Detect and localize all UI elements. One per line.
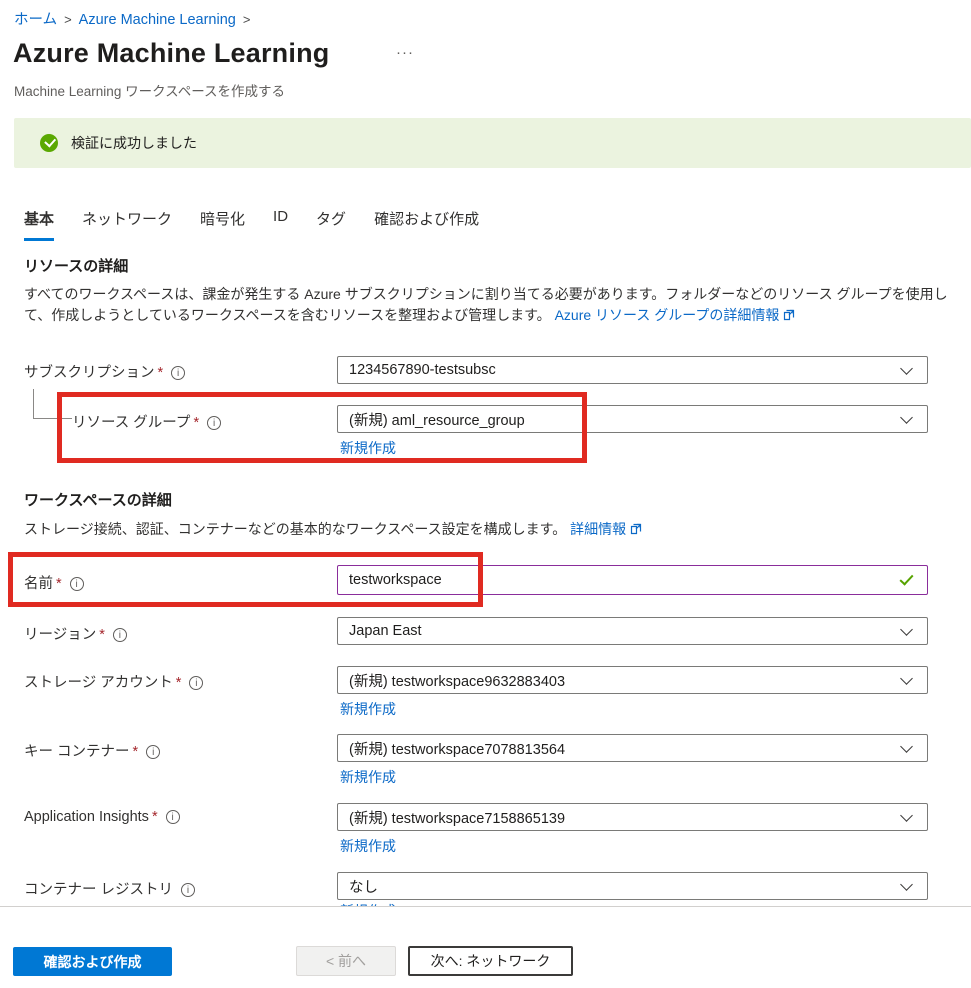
key-vault-value: (新規) testworkspace7078813564	[349, 738, 902, 759]
valid-check-icon	[900, 571, 914, 585]
indent-connector-vertical	[33, 389, 34, 418]
subscription-label: サブスクリプション*i	[24, 361, 185, 382]
validation-success-banner: 検証に成功しました	[14, 118, 971, 168]
info-icon[interactable]: i	[70, 577, 84, 591]
subscription-value: 1234567890-testsubsc	[349, 362, 902, 378]
external-link-icon	[783, 306, 795, 327]
more-actions-icon[interactable]: ···	[396, 44, 414, 61]
tab-review-create[interactable]: 確認および作成	[374, 208, 479, 241]
container-registry-dropdown[interactable]: なし	[337, 872, 928, 900]
external-link-icon	[630, 520, 642, 541]
storage-account-create-new-link[interactable]: 新規作成	[340, 699, 396, 719]
chevron-down-icon	[900, 411, 913, 424]
key-vault-create-new-link[interactable]: 新規作成	[340, 767, 396, 787]
review-and-create-button[interactable]: 確認および作成	[13, 947, 172, 976]
breadcrumb-parent-link[interactable]: Azure Machine Learning	[79, 12, 236, 28]
banner-message: 検証に成功しました	[71, 133, 197, 153]
application-insights-dropdown[interactable]: (新規) testworkspace7158865139	[337, 803, 928, 831]
workspace-info-link[interactable]: 詳細情報	[570, 521, 626, 537]
required-asterisk: *	[133, 744, 139, 760]
workspace-details-text: ストレージ接続、認証、コンテナーなどの基本的なワークスペース設定を構成します。	[24, 521, 566, 537]
info-icon[interactable]: i	[181, 883, 195, 897]
name-label: 名前*i	[24, 572, 84, 593]
success-check-icon	[40, 134, 58, 152]
subscription-dropdown[interactable]: 1234567890-testsubsc	[337, 356, 928, 384]
previous-button[interactable]: < 前へ	[296, 946, 396, 976]
required-asterisk: *	[158, 365, 164, 381]
tab-identity[interactable]: ID	[273, 208, 288, 241]
container-registry-label: コンテナー レジストリi	[24, 878, 195, 899]
breadcrumb-separator: >	[64, 12, 72, 27]
name-value: testworkspace	[349, 572, 900, 588]
storage-account-label: ストレージ アカウント*i	[24, 671, 203, 692]
page-title: Azure Machine Learning	[13, 38, 329, 69]
resource-details-description: すべてのワークスペースは、課金が発生する Azure サブスクリプションに割り当…	[24, 284, 961, 327]
region-dropdown[interactable]: Japan East	[337, 617, 928, 645]
application-insights-label: Application Insights*i	[24, 809, 180, 825]
tab-tags[interactable]: タグ	[316, 208, 346, 241]
info-icon[interactable]: i	[166, 810, 180, 824]
required-asterisk: *	[99, 627, 105, 643]
wizard-tabs: 基本 ネットワーク 暗号化 ID タグ 確認および作成	[24, 208, 507, 241]
breadcrumb-separator: >	[243, 12, 251, 27]
chevron-down-icon	[900, 362, 913, 375]
chevron-down-icon	[900, 740, 913, 753]
resource-details-text: すべてのワークスペースは、課金が発生する Azure サブスクリプションに割り当…	[24, 286, 948, 323]
resource-details-heading: リソースの詳細	[24, 255, 128, 276]
next-networking-button[interactable]: 次へ: ネットワーク	[408, 946, 573, 976]
key-vault-label: キー コンテナー*i	[24, 740, 160, 761]
key-vault-dropdown[interactable]: (新規) testworkspace7078813564	[337, 734, 928, 762]
tab-basics[interactable]: 基本	[24, 208, 54, 241]
info-icon[interactable]: i	[113, 628, 127, 642]
chevron-down-icon	[900, 623, 913, 636]
tab-encryption[interactable]: 暗号化	[200, 208, 245, 241]
create-ml-workspace-page: ホーム > Azure Machine Learning > Azure Machin…	[0, 0, 971, 988]
resource-group-create-new-link[interactable]: 新規作成	[340, 438, 396, 458]
region-value: Japan East	[349, 623, 902, 639]
required-asterisk: *	[176, 675, 182, 691]
resource-group-dropdown[interactable]: (新規) aml_resource_group	[337, 405, 928, 433]
storage-account-dropdown[interactable]: (新規) testworkspace9632883403	[337, 666, 928, 694]
storage-account-value: (新規) testworkspace9632883403	[349, 670, 902, 691]
tab-networking[interactable]: ネットワーク	[82, 208, 172, 241]
info-icon[interactable]: i	[146, 745, 160, 759]
resource-group-info-link[interactable]: Azure リソース グループの詳細情報	[555, 307, 780, 323]
workspace-details-heading: ワークスペースの詳細	[24, 489, 172, 510]
resource-group-value: (新規) aml_resource_group	[349, 409, 902, 430]
chevron-down-icon	[900, 878, 913, 891]
container-registry-value: なし	[349, 876, 902, 897]
resource-group-label: リソース グループ*i	[72, 411, 221, 432]
workspace-details-description: ストレージ接続、認証、コンテナーなどの基本的なワークスペース設定を構成します。 …	[24, 519, 961, 541]
info-icon[interactable]: i	[171, 366, 185, 380]
name-input[interactable]: testworkspace	[337, 565, 928, 595]
application-insights-create-new-link[interactable]: 新規作成	[340, 836, 396, 856]
page-subtitle: Machine Learning ワークスペースを作成する	[14, 80, 285, 100]
required-asterisk: *	[56, 576, 62, 592]
breadcrumb: ホーム > Azure Machine Learning >	[14, 8, 257, 29]
chevron-down-icon	[900, 672, 913, 685]
info-icon[interactable]: i	[189, 676, 203, 690]
chevron-down-icon	[900, 809, 913, 822]
required-asterisk: *	[152, 809, 158, 825]
breadcrumb-home-link[interactable]: ホーム	[14, 12, 57, 28]
region-label: リージョン*i	[24, 623, 127, 644]
application-insights-value: (新規) testworkspace7158865139	[349, 807, 902, 828]
info-icon[interactable]: i	[207, 416, 221, 430]
required-asterisk: *	[193, 415, 199, 431]
indent-connector-horizontal	[33, 418, 72, 419]
